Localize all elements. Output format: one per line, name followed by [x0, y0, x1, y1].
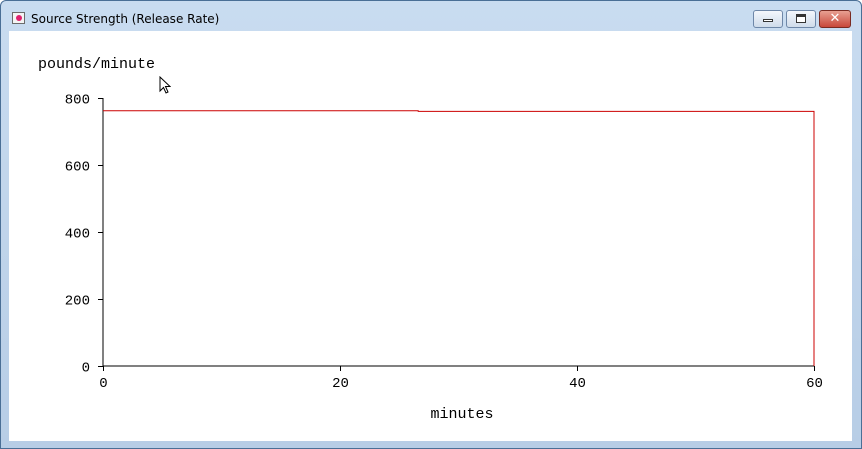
- minimize-button[interactable]: [753, 10, 783, 28]
- x-tick-label: 40: [569, 376, 586, 392]
- y-tick-label: 800: [65, 93, 90, 109]
- x-tick-label: 20: [332, 376, 349, 392]
- x-tick-label: 60: [806, 376, 823, 392]
- mouse-cursor-icon: [159, 76, 171, 94]
- y-tick-label: 0: [82, 361, 90, 377]
- window-frame: Source Strength (Release Rate) ✕ pounds/…: [0, 0, 862, 449]
- x-tick-label: 0: [99, 376, 107, 392]
- x-axis-label: minutes: [430, 406, 493, 423]
- minimize-icon: [763, 19, 773, 22]
- y-tick-label: 400: [65, 227, 90, 243]
- series-group: [103, 110, 815, 366]
- maximize-button[interactable]: [786, 10, 816, 28]
- close-button[interactable]: ✕: [819, 10, 851, 28]
- title-bar[interactable]: Source Strength (Release Rate) ✕: [1, 1, 861, 31]
- release-rate-chart: pounds/minute minutes 0 200 400 600 800 0 20 40…: [38, 56, 823, 423]
- release-rate-series-line: [103, 110, 815, 366]
- app-window-icon[interactable]: [12, 12, 25, 24]
- y-tick-label: 200: [65, 294, 90, 310]
- close-icon: ✕: [829, 11, 841, 26]
- maximize-icon: [796, 14, 806, 23]
- axes: 0 200 400 600 800 0 20 40 60: [65, 93, 823, 393]
- y-axis-label: pounds/minute: [38, 56, 155, 73]
- y-tick-label: 600: [65, 160, 90, 176]
- window-title: Source Strength (Release Rate): [31, 12, 220, 26]
- chart-area: pounds/minute minutes 0 200 400 600 800 0 20 40…: [9, 31, 852, 441]
